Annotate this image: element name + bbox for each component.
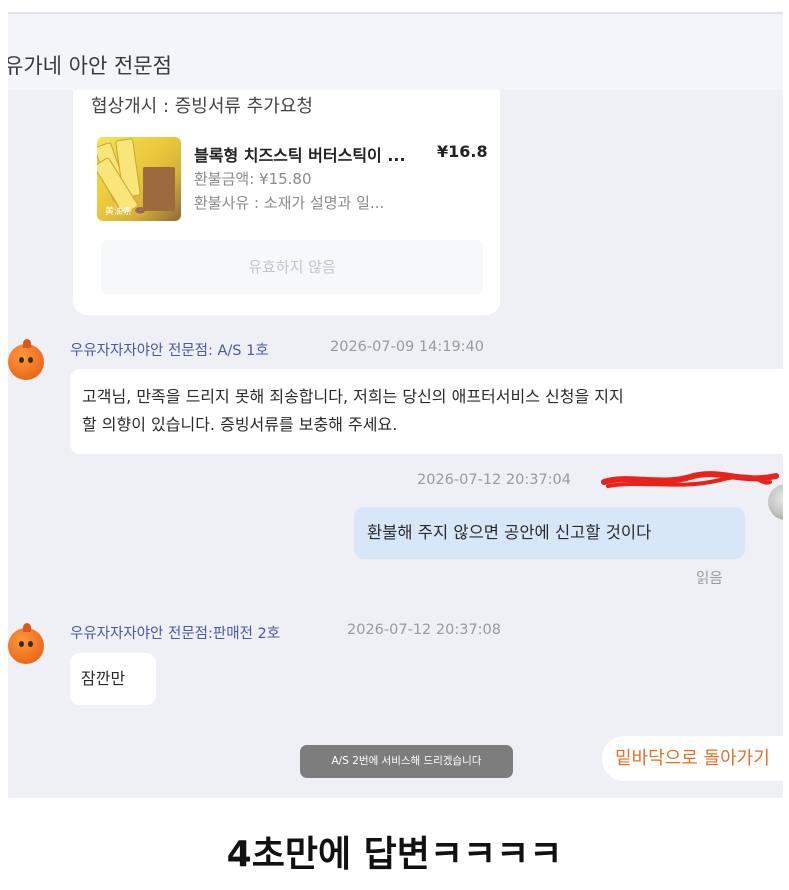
- message-sender: 우유자자자야안 전문점:판매전 2호: [70, 626, 281, 642]
- chat-header: 유가네 아안 전문점: [8, 12, 783, 90]
- scroll-to-bottom-button[interactable]: 밑바닥으로 돌아가기: [602, 736, 783, 781]
- refund-order-card[interactable]: 협상개시 : 증빙서류 추가요청 黄油条 🍩 블록형 치즈스틱 버터스틱이 ..…: [73, 90, 500, 315]
- my-message-bubble[interactable]: 환불해 주지 않으면 공안에 신고할 것이다: [354, 507, 745, 559]
- refund-reason: 환불사유 : 소재가 설명과 일...: [194, 194, 385, 212]
- message-sender: 우유자자자야안 전문점: A/S 1호: [70, 343, 269, 359]
- shop-title: 유가네 아안 전문점: [8, 54, 172, 78]
- seller-message-bubble[interactable]: 고객님, 만족을 드리지 못해 죄송합니다, 저희는 당신의 애프터서비스 신청…: [70, 369, 783, 454]
- invalid-button[interactable]: 유효하지 않음: [101, 240, 483, 294]
- seller-avatar[interactable]: [8, 623, 44, 664]
- product-name[interactable]: 블록형 치즈스틱 버터스틱이 ...: [194, 142, 406, 166]
- read-status: 읽음: [696, 571, 723, 587]
- message-text-line: 고객님, 만족을 드리지 못해 죄송합니다, 저희는 당신의 애프터서비스 신청…: [82, 387, 624, 406]
- thumbnail-label: 黄油条 🍩: [105, 207, 147, 217]
- service-toast: A/S 2번에 서비스해 드리겠습니다: [300, 745, 513, 778]
- message-timestamp: 2026-07-09 14:19:40: [330, 339, 484, 355]
- seller-message-bubble[interactable]: 잠깐만: [70, 653, 156, 705]
- product-price: ¥16.8: [437, 142, 488, 161]
- refund-amount: 환불금액: ¥15.80: [194, 170, 312, 188]
- caption: 4초만에 답변ㅋㅋㅋㅋ: [226, 834, 563, 875]
- product-thumbnail[interactable]: 黄油条 🍩: [97, 137, 181, 221]
- seller-avatar[interactable]: [8, 339, 44, 380]
- message-text-line: 할 의향이 있습니다. 증빙서류를 보충해 주세요.: [82, 415, 398, 434]
- message-timestamp: 2026-07-12 20:37:04: [417, 472, 571, 488]
- message-timestamp: 2026-07-12 20:37:08: [347, 622, 501, 638]
- redaction-scribble: [601, 471, 779, 488]
- negotiation-status: 협상개시 : 증빙서류 추가요청: [91, 96, 313, 117]
- chat-screenshot: 유가네 아안 전문점 협상개시 : 증빙서류 추가요청 黄油条 🍩 블록형 치즈…: [8, 12, 783, 798]
